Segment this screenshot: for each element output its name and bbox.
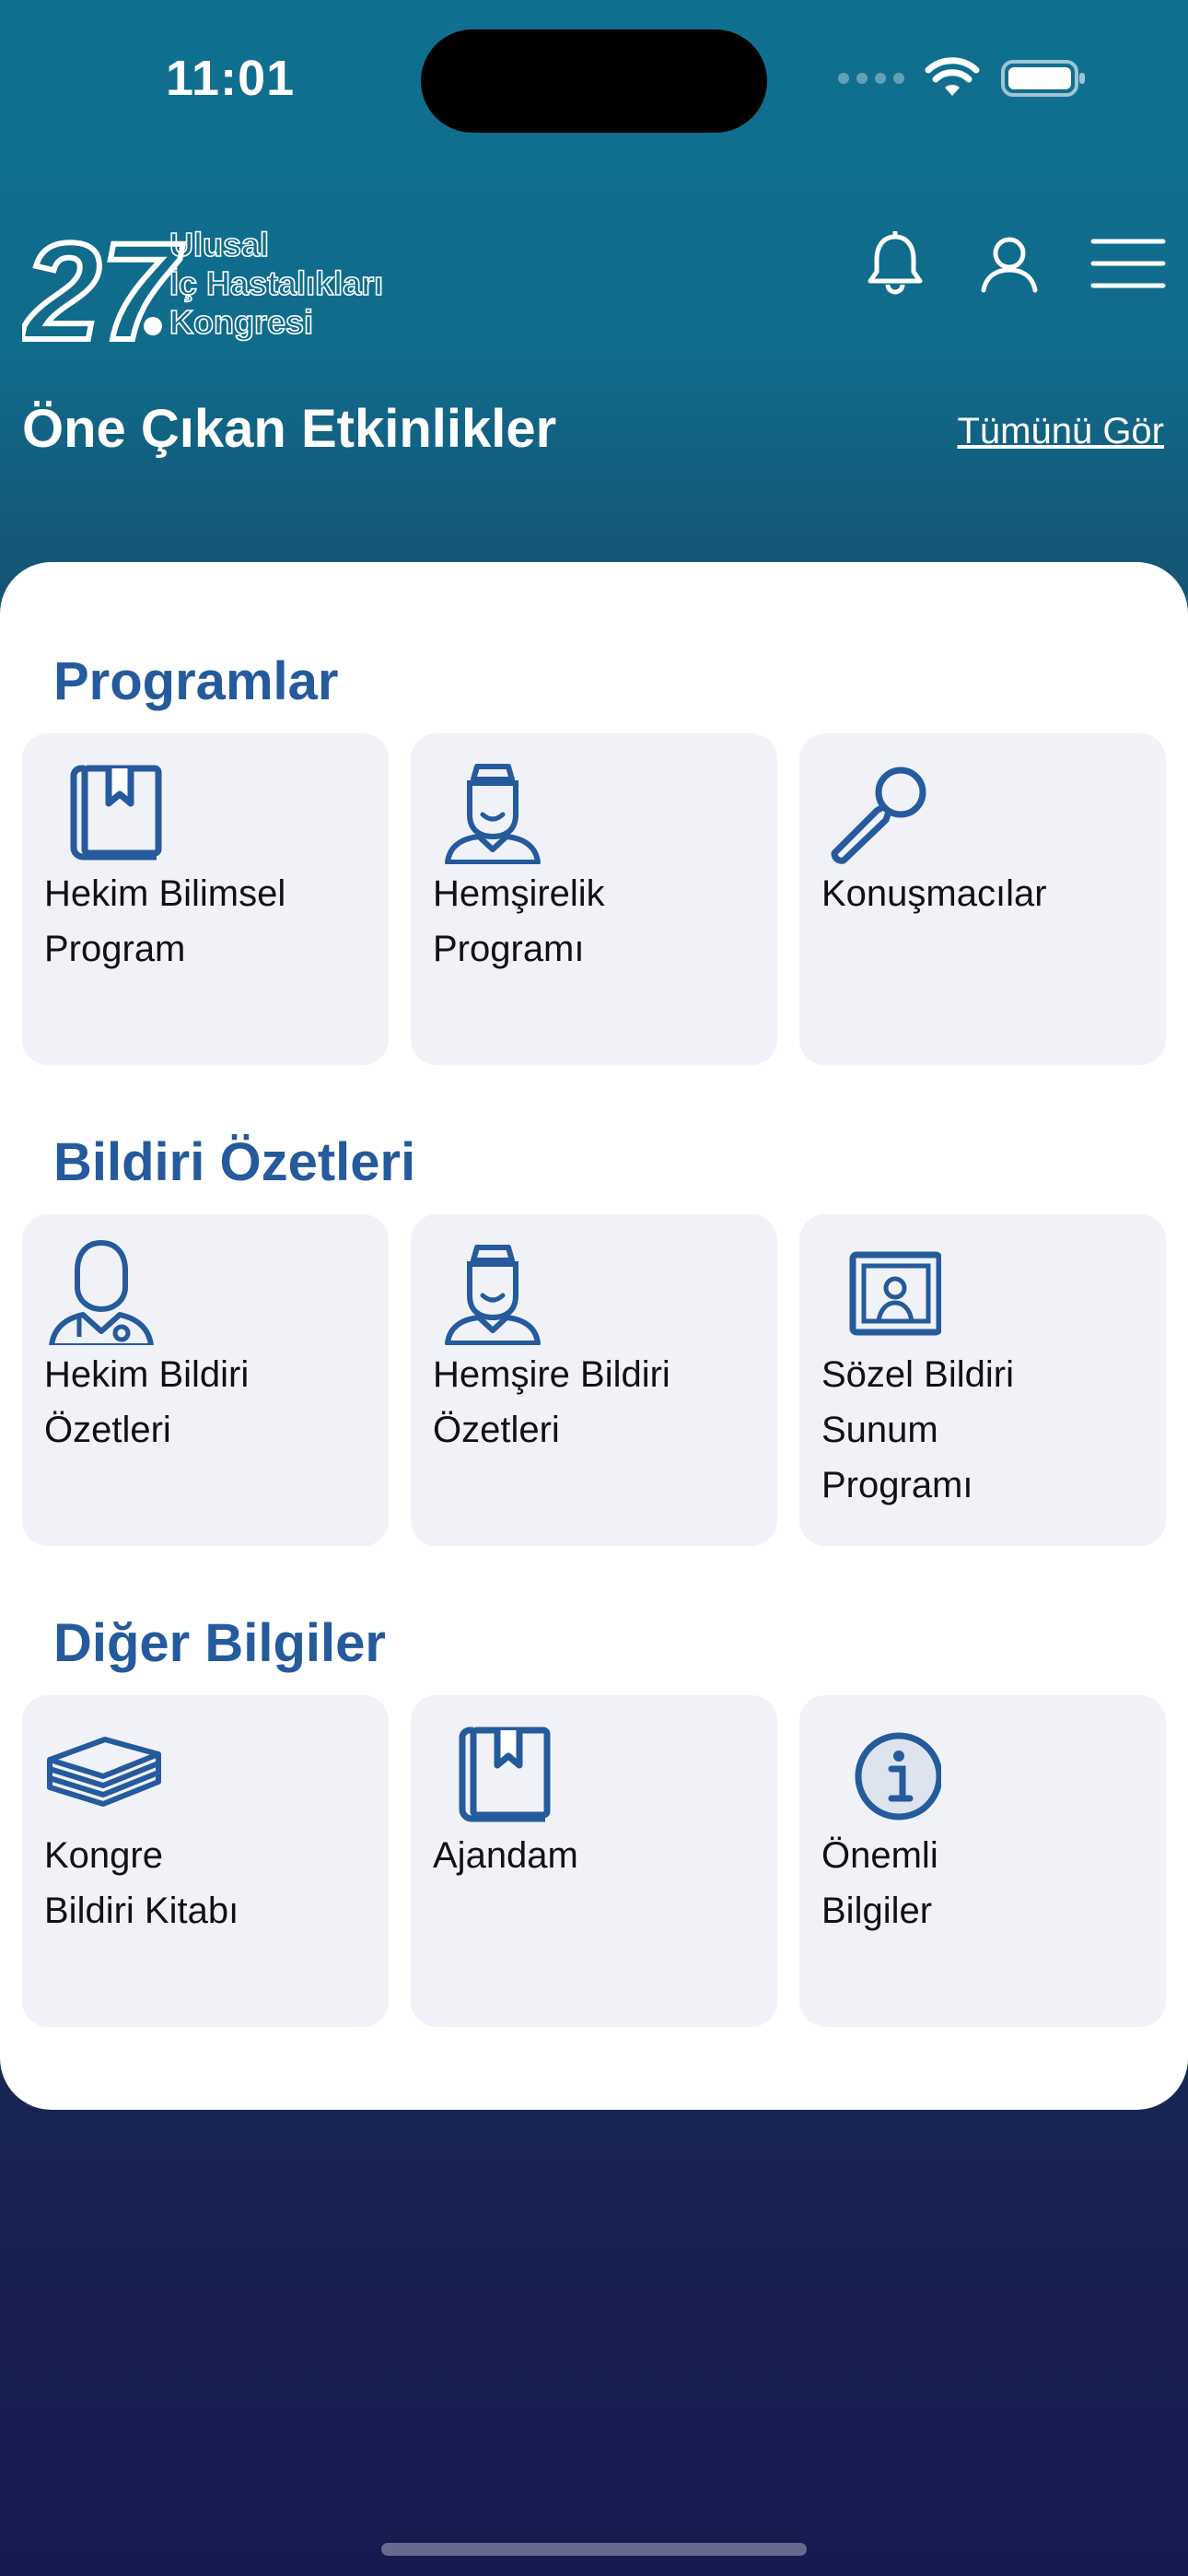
user-icon [981,237,1038,293]
status-icons [838,57,1087,100]
status-time: 11:01 [166,51,296,106]
doctor-icon [49,1239,154,1345]
book-icon [70,765,162,861]
tile-label: Hekim Bildiri Özetleri [44,1354,250,1450]
presentation-icon [849,1251,941,1336]
hamburger-icon [1090,239,1166,288]
tile-nurse-abstracts[interactable]: Hemşire Bildiri Özetleri [411,1214,777,1546]
tile-label: Ajandam [433,1835,578,1876]
tile-congress-abstract-book[interactable]: Kongre Bildiri Kitabı [22,1695,389,2027]
logo-line1: Ulusal [169,226,269,263]
tile-speakers[interactable]: Konuşmacılar [799,733,1166,1065]
wifi-icon [925,57,980,96]
section-title-abstracts: Bildiri Özetleri [53,1132,416,1192]
tile-nursing-program[interactable]: Hemşirelik Programı [411,733,777,1065]
profile-button[interactable] [976,230,1042,297]
nurse-icon [445,764,541,864]
tile-oral-presentation-program[interactable]: Sözel Bildiri Sunum Programı [799,1214,1166,1546]
tile-important-info[interactable]: Önemli Bilgiler [799,1695,1166,2027]
nurse-icon [445,1245,541,1345]
dynamic-island [421,29,767,133]
featured-events-title: Öne Çıkan Etkinlikler [22,399,557,459]
tile-label: Konuşmacılar [821,873,1047,914]
notification-button[interactable] [862,230,928,297]
tile-label: Hemşirelik Programı [433,873,605,969]
header-actions [862,230,1166,297]
tile-label: Önemli Bilgiler [821,1835,938,1931]
book-icon [459,1727,551,1822]
content-sheet: Programlar Hekim Bilimsel Program Hemşir… [0,562,1188,2110]
logo-line2: İç Hastalıkları [169,264,383,302]
home-indicator[interactable] [381,2543,807,2556]
tile-label: Hemşire Bildiri Özetleri [433,1354,670,1450]
cellular-signal-icon [838,73,904,84]
menu-button[interactable] [1090,230,1166,297]
tile-physician-abstracts[interactable]: Hekim Bildiri Özetleri [22,1214,389,1546]
battery-icon [1001,60,1085,97]
info-icon [855,1732,941,1821]
section-title-programs: Programlar [53,651,339,711]
section-title-other-info: Diğer Bilgiler [53,1613,386,1673]
tile-label: Sözel Bildiri Sunum Programı [821,1354,1014,1505]
logo-line3: Kongresi [169,303,313,341]
stack-books-icon [47,1737,161,1807]
microphone-icon [831,767,926,864]
congress-logo[interactable]: 27 Ulusal İç Hastalıkları Kongresi [18,210,409,371]
tile-label: Kongre Bildiri Kitabı [44,1835,239,1931]
see-all-link[interactable]: Tümünü Gör [957,411,1164,452]
tile-physician-scientific-program[interactable]: Hekim Bilimsel Program [22,733,389,1065]
bell-icon [868,231,923,295]
tile-label: Hekim Bilimsel Program [44,873,286,969]
tile-my-agenda[interactable]: Ajandam [411,1695,777,2027]
